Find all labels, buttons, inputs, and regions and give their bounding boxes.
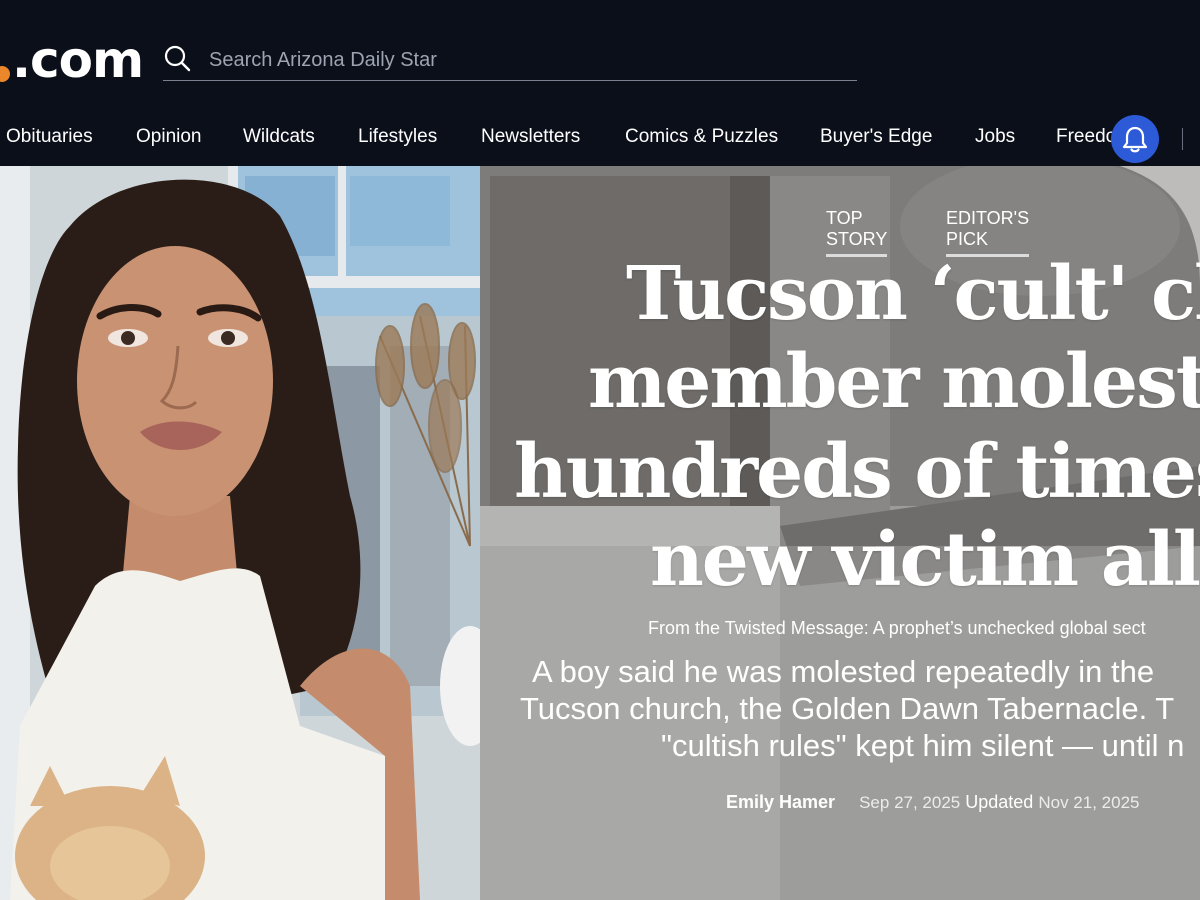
summary-line: "cultish rules" kept him silent — until …	[661, 728, 1185, 763]
woman-with-dog-image	[0, 166, 480, 900]
published-date: Sep 27, 2025	[859, 793, 961, 812]
nav-item-newsletters[interactable]: Newsletters	[481, 126, 580, 148]
nav-item-obituaries[interactable]: Obituaries	[6, 126, 93, 148]
search-icon[interactable]	[163, 44, 191, 72]
headline-line: member molested l	[588, 339, 1200, 425]
nav-item-opinion[interactable]: Opinion	[136, 126, 202, 148]
main-nav: Obituaries Opinion Wildcats Lifestyles N…	[0, 116, 1200, 162]
nav-item-freedom[interactable]: Freedo	[1056, 126, 1116, 148]
series-label[interactable]: From the Twisted Message: A prophet’s un…	[648, 618, 1146, 639]
page: .com Obituaries Opinion Wildcats Lifesty…	[0, 0, 1200, 900]
lead-story[interactable]: TOP STORY EDITOR'S PICK Tucson ‘cult' ch…	[480, 166, 1200, 900]
site-header: .com Obituaries Opinion Wildcats Lifesty…	[0, 0, 1200, 166]
summary-line: Tucson church, the Golden Dawn Tabernacl…	[520, 691, 1175, 726]
nav-item-buyers-edge[interactable]: Buyer's Edge	[820, 126, 932, 148]
updated-date: Nov 21, 2025	[1038, 793, 1140, 812]
nav-item-wildcats[interactable]: Wildcats	[243, 126, 315, 148]
nav-divider	[1182, 128, 1183, 150]
headline-line: Tucson ‘cult' chur	[626, 251, 1200, 337]
byline: Emily Hamer Sep 27, 2025 Updated Nov 21,…	[726, 792, 1139, 813]
nav-item-jobs[interactable]: Jobs	[975, 126, 1015, 148]
headline-line: hundreds of times in	[514, 429, 1200, 515]
updated-label: Updated	[965, 792, 1034, 812]
author-name[interactable]: Emily Hamer	[726, 792, 835, 812]
video-still-photo[interactable]	[0, 166, 480, 900]
summary-line: A boy said he was molested repeatedly in…	[532, 654, 1155, 689]
bell-icon	[1122, 126, 1148, 153]
search-input[interactable]	[207, 44, 831, 76]
headline-line: new victim allege	[650, 517, 1200, 603]
nav-item-lifestyles[interactable]: Lifestyles	[358, 126, 437, 148]
site-logo[interactable]: .com	[12, 30, 144, 90]
search-bar[interactable]	[163, 40, 857, 81]
logo-dot	[0, 66, 10, 82]
notifications-button[interactable]	[1111, 115, 1159, 163]
nav-item-comics[interactable]: Comics & Puzzles	[625, 126, 778, 148]
